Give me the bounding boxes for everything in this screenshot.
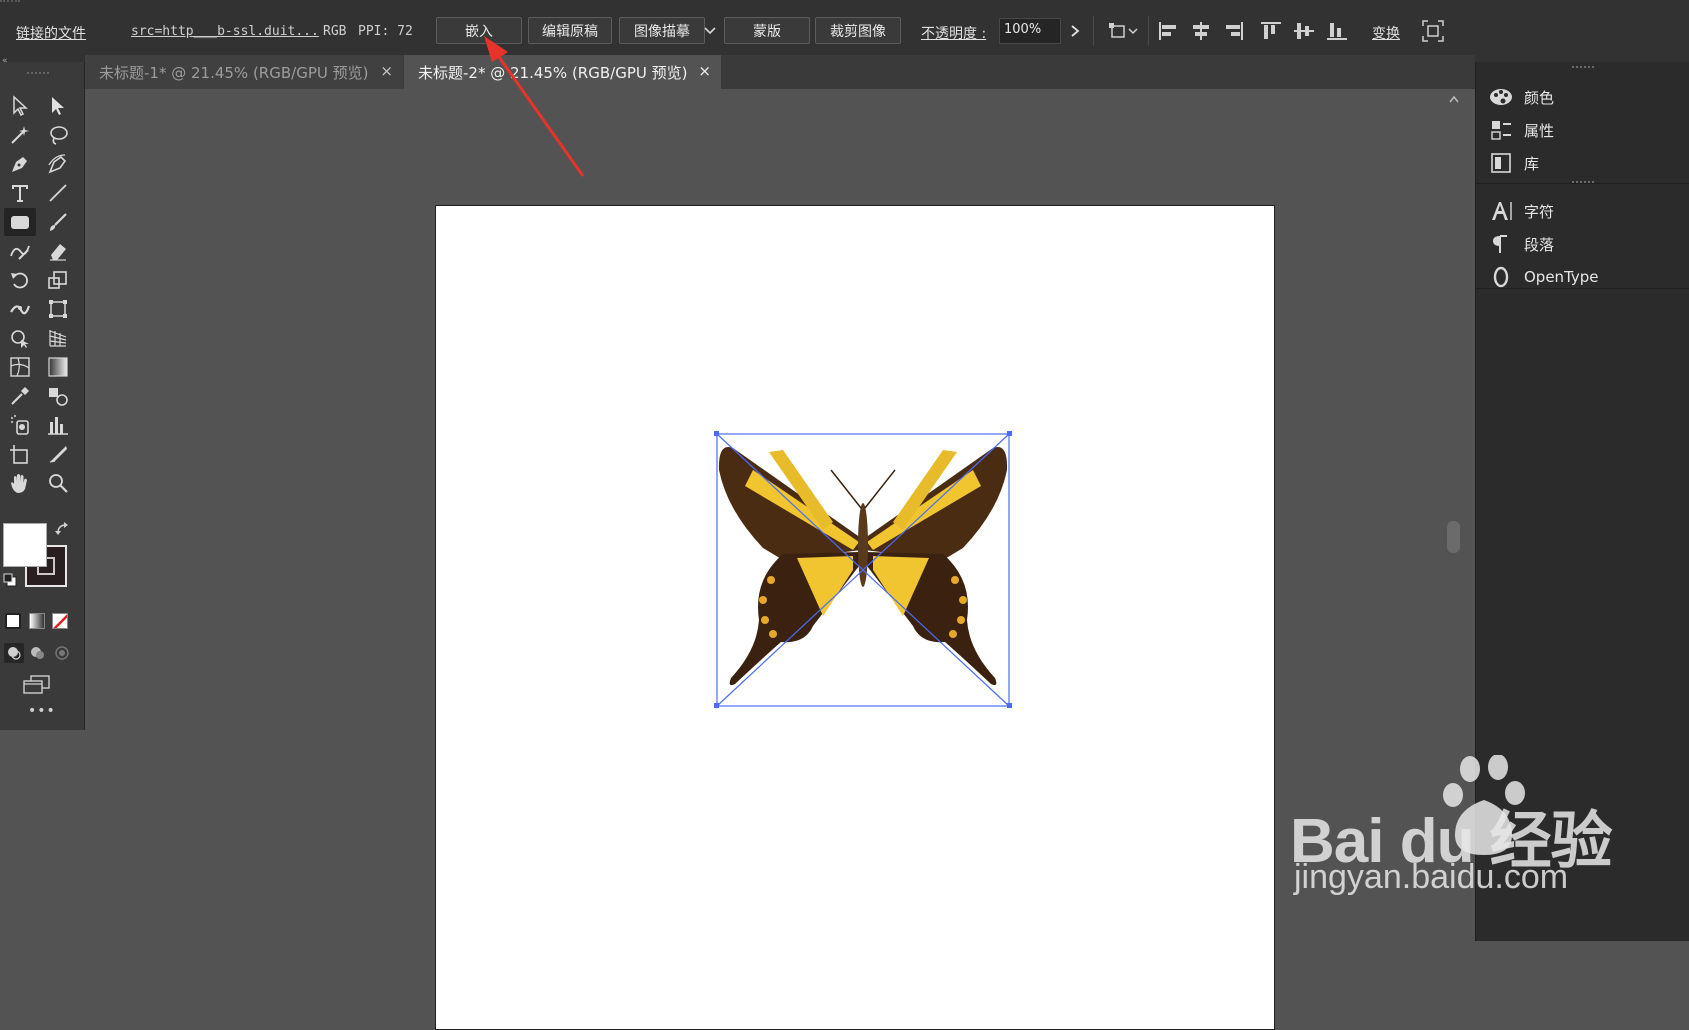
screen-mode-icon[interactable]	[22, 674, 52, 700]
perspective-grid-tool-icon[interactable]	[42, 324, 74, 352]
pen-tool-icon[interactable]	[4, 150, 36, 178]
right-panel-dock: 颜色 属性 库 字符 段落 OpenType	[1475, 62, 1689, 941]
swap-fill-stroke-icon[interactable]	[55, 521, 69, 540]
color-mode-icon[interactable]	[5, 613, 21, 629]
draw-inside-icon[interactable]	[52, 643, 72, 663]
tab-untitled-1[interactable]: 未标题-1* @ 21.45% (RGB/GPU 预览) ×	[85, 55, 403, 89]
red-arrow-annotation	[484, 36, 585, 177]
color-mode-text: RGB	[323, 24, 347, 39]
opacity-expand-icon[interactable]	[1062, 18, 1088, 44]
direct-selection-tool-icon[interactable]	[42, 92, 74, 120]
ppi-text: PPI: 72	[358, 24, 413, 39]
align-horizontal-center-icon[interactable]	[1188, 18, 1214, 44]
character-icon	[1488, 199, 1514, 223]
slice-tool-icon[interactable]	[42, 440, 74, 468]
draw-normal-icon[interactable]	[4, 643, 24, 663]
eyedropper-tool-icon[interactable]	[4, 382, 36, 410]
panel-grip[interactable]	[1572, 66, 1594, 72]
transform-anchor-icon[interactable]	[1106, 18, 1142, 44]
collapse-panel-icon[interactable]: «	[2, 56, 8, 66]
panel-item-character[interactable]: 字符	[1488, 196, 1554, 226]
symbol-sprayer-tool-icon[interactable]	[4, 411, 36, 439]
tools-panel: « •••	[0, 56, 85, 730]
linked-file-link[interactable]: 链接的文件	[16, 23, 86, 43]
artboard-tool-icon[interactable]	[4, 440, 36, 468]
vertical-scrollbar[interactable]	[1445, 89, 1461, 941]
scroll-up-icon[interactable]	[1449, 95, 1459, 106]
color-palette-icon	[1488, 85, 1514, 109]
eraser-tool-icon[interactable]	[42, 237, 74, 265]
scrollbar-thumb[interactable]	[1447, 521, 1460, 553]
align-bottom-icon[interactable]	[1324, 18, 1350, 44]
paintbrush-tool-icon[interactable]	[42, 208, 74, 236]
panel-grip[interactable]	[1572, 181, 1594, 187]
scale-tool-icon[interactable]	[42, 266, 74, 294]
opentype-icon	[1488, 265, 1514, 289]
filename-link[interactable]: src=http___b-ssl.duit...	[131, 24, 319, 39]
curvature-tool-icon[interactable]	[42, 150, 74, 178]
paragraph-icon	[1488, 232, 1514, 256]
control-bar: 链接的文件 src=http___b-ssl.duit... RGB PPI: …	[0, 0, 1689, 63]
gradient-tool-icon[interactable]	[42, 353, 74, 381]
properties-icon	[1488, 118, 1514, 142]
align-right-icon[interactable]	[1221, 18, 1247, 44]
panel-grip[interactable]	[0, 0, 20, 10]
image-trace-button[interactable]: 图像描摹	[619, 17, 705, 44]
panel-item-color[interactable]: 颜色	[1488, 82, 1554, 112]
shaper-tool-icon[interactable]	[4, 237, 36, 265]
fill-color-swatch[interactable]	[3, 523, 47, 567]
library-icon	[1488, 151, 1514, 175]
shape-builder-tool-icon[interactable]	[4, 324, 36, 352]
panel-item-libraries[interactable]: 库	[1488, 148, 1539, 178]
panel-label: 段落	[1524, 235, 1555, 254]
panel-item-properties[interactable]: 属性	[1488, 115, 1554, 145]
free-transform-tool-icon[interactable]	[42, 295, 74, 323]
panel-grip[interactable]	[27, 72, 49, 77]
document-tab-bar: 未标题-1* @ 21.45% (RGB/GPU 预览) × 未标题-2* @ …	[85, 55, 1475, 89]
butterfly-image	[718, 446, 1008, 686]
align-left-icon[interactable]	[1155, 18, 1181, 44]
width-tool-icon[interactable]	[4, 295, 36, 323]
hand-tool-icon[interactable]	[4, 469, 36, 497]
magic-wand-tool-icon[interactable]	[4, 121, 36, 149]
artboard[interactable]	[435, 205, 1275, 1030]
panel-label: 属性	[1524, 121, 1555, 140]
gradient-mode-icon[interactable]	[29, 613, 45, 629]
mask-button[interactable]: 蒙版	[724, 17, 810, 44]
isolate-object-icon[interactable]	[1420, 18, 1446, 44]
panel-label: 库	[1524, 154, 1540, 173]
default-fill-stroke-icon[interactable]	[3, 572, 17, 591]
selection-bounding-box[interactable]	[714, 431, 1012, 708]
zoom-tool-icon[interactable]	[42, 469, 74, 497]
opacity-input[interactable]: 100%	[999, 18, 1061, 44]
selection-tool-icon[interactable]	[4, 92, 36, 120]
blend-tool-icon[interactable]	[42, 382, 74, 410]
transform-link[interactable]: 变换	[1372, 23, 1400, 43]
tab-label: 未标题-1* @ 21.45% (RGB/GPU 预览)	[99, 63, 369, 82]
image-trace-dropdown-icon[interactable]	[702, 18, 718, 44]
crop-image-button[interactable]: 裁剪图像	[815, 17, 901, 44]
tab-close-icon[interactable]: ×	[380, 62, 393, 80]
lasso-tool-icon[interactable]	[42, 121, 74, 149]
panel-label: 字符	[1524, 202, 1555, 221]
placed-image[interactable]	[713, 430, 1013, 710]
align-top-icon[interactable]	[1258, 18, 1284, 44]
tab-close-icon[interactable]: ×	[698, 62, 711, 80]
panel-label: 颜色	[1524, 88, 1555, 107]
edit-toolbar-button[interactable]: •••	[28, 703, 56, 719]
line-segment-tool-icon[interactable]	[42, 179, 74, 207]
canvas-area[interactable]	[85, 89, 1475, 1030]
opacity-label[interactable]: 不透明度 :	[921, 23, 986, 43]
panel-item-paragraph[interactable]: 段落	[1488, 229, 1554, 259]
mesh-tool-icon[interactable]	[4, 353, 36, 381]
rectangle-tool-icon[interactable]	[4, 208, 36, 236]
draw-behind-icon[interactable]	[28, 643, 48, 663]
none-mode-icon[interactable]	[52, 613, 68, 629]
rotate-tool-icon[interactable]	[4, 266, 36, 294]
type-tool-icon[interactable]	[4, 179, 36, 207]
column-graph-tool-icon[interactable]	[42, 411, 74, 439]
align-vertical-center-icon[interactable]	[1291, 18, 1317, 44]
panel-label: OpenType	[1524, 268, 1599, 286]
